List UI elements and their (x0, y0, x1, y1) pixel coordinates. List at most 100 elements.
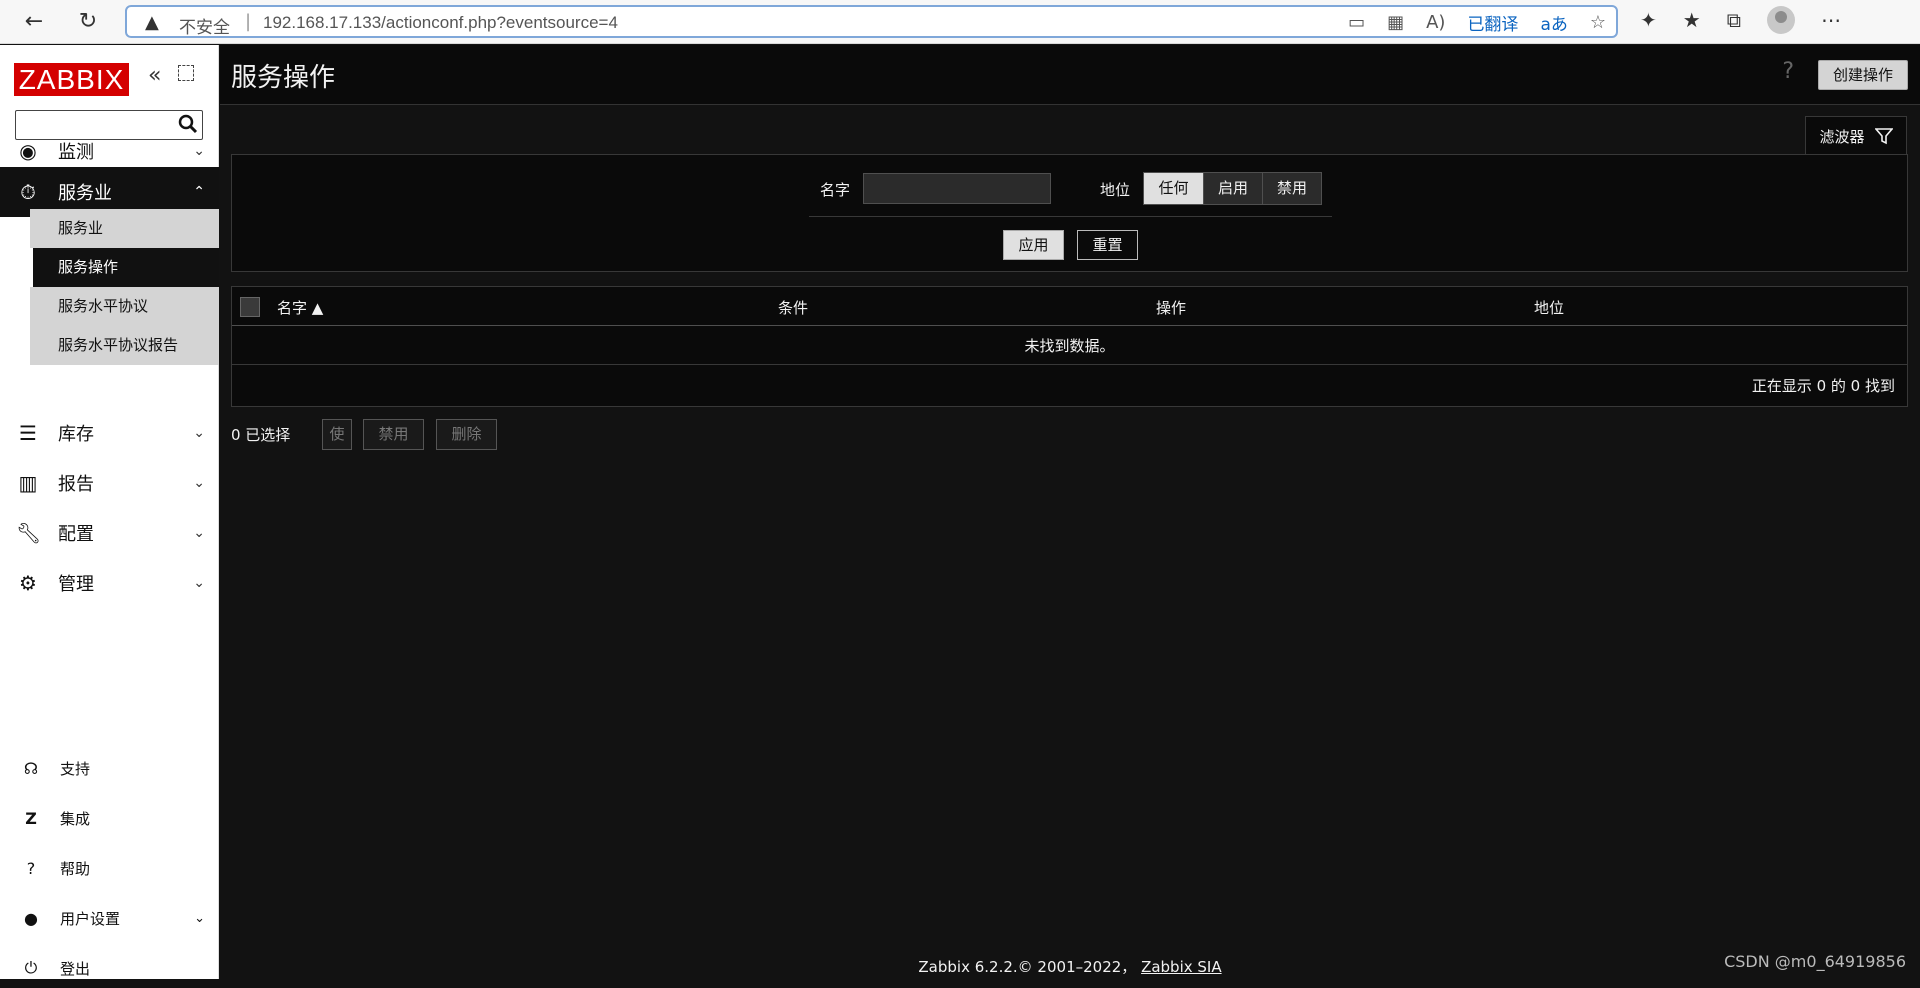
menu-label: 监测 (58, 142, 94, 163)
power-icon: ⏻ (24, 958, 38, 977)
headset-icon: ☊ (23, 758, 39, 778)
selected-count: 0 已选择 (231, 426, 291, 444)
back-arrow-icon[interactable]: ← (18, 6, 50, 38)
column-conditions-header: 条件 (778, 299, 809, 317)
favorites-icon[interactable]: ★ (1683, 8, 1701, 32)
status-option-disabled[interactable]: 禁用 (1262, 173, 1321, 204)
stopwatch-icon: ⏱ (20, 180, 36, 204)
favorite-add-icon[interactable]: ☆ (1590, 12, 1606, 33)
menu-user-settings[interactable]: ● 用户设置 ⌄ (0, 898, 219, 938)
menu-label: 报告 (58, 474, 94, 495)
address-bar[interactable]: ▲ 不安全 | 192.168.17.133/actionconf.php?ev… (125, 5, 1618, 38)
disable-selected-button[interactable]: 禁用 (363, 419, 424, 450)
profile-avatar[interactable] (1766, 6, 1795, 34)
filter-panel: 名字 地位 任何 启用 禁用 应用 重置 (231, 154, 1908, 272)
eye-icon: ◉ (19, 139, 37, 163)
menu-label: 管理 (58, 574, 94, 595)
page-footer: Zabbix 6.2.2.© 2001–2022， Zabbix SIA (220, 956, 1920, 977)
chevron-down-icon: ⌄ (193, 575, 205, 591)
chevron-up-icon: ⌃ (193, 184, 205, 200)
funnel-icon (1874, 128, 1893, 145)
filter-divider (809, 216, 1332, 217)
gear-icon: ⚙ (19, 571, 37, 595)
column-name-header[interactable]: 名字 ▲ (277, 297, 323, 318)
footer-copyright: Zabbix 6.2.2.© 2001–2022， (918, 958, 1137, 976)
menu-label: 库存 (58, 424, 94, 445)
browser-actions: ✦ ★ ⧉ ⋯ (1640, 6, 1841, 34)
address-actions: ▭ ▦ A) 已翻译 aあ ☆ (1348, 10, 1606, 35)
reload-icon[interactable]: ↻ (72, 6, 104, 38)
status-option-any[interactable]: 任何 (1144, 173, 1203, 204)
sidebar: ZABBIX « ◉ 监测 ⌄ ⏱ 服务业 ⌃ 服务业 服务操作 服务水平协议 … (0, 45, 219, 979)
status-segmented-control: 任何 启用 禁用 (1143, 172, 1322, 205)
column-status-header[interactable]: 地位 (1534, 297, 1564, 318)
menu-label: 集成 (60, 809, 91, 828)
chevron-down-icon: ⌄ (193, 475, 205, 491)
more-menu-icon[interactable]: ⋯ (1821, 8, 1841, 32)
qr-grid-icon[interactable]: ▦ (1387, 12, 1404, 33)
chevron-down-icon: ⌄ (194, 910, 205, 926)
filter-name-label: 名字 (820, 181, 851, 199)
menu-reports[interactable]: ▥ 报告 ⌄ (0, 458, 219, 508)
menu-support[interactable]: ☊ 支持 (0, 748, 219, 788)
reset-button[interactable]: 重置 (1077, 230, 1138, 260)
filter-tab[interactable]: 滤波器 (1805, 116, 1907, 155)
table-header-row: 名字 ▲ 条件 操作 地位 (232, 287, 1907, 326)
kiosk-mode-icon[interactable] (178, 65, 194, 81)
help-icon[interactable]: ? (1782, 59, 1794, 84)
address-separator: | (245, 11, 252, 32)
submenu-sla-report[interactable]: 服务水平协议报告 (30, 326, 219, 365)
url-text[interactable]: 192.168.17.133/actionconf.php?eventsourc… (263, 13, 618, 33)
page-title: 服务操作 (231, 63, 336, 93)
submenu-sla[interactable]: 服务水平协议 (30, 287, 219, 326)
zabbix-z-icon: Z (25, 808, 37, 828)
zabbix-logo[interactable]: ZABBIX (14, 63, 129, 96)
menu-sign-out[interactable]: ⏻ 登出 (0, 948, 219, 988)
chevron-down-icon: ⌄ (193, 525, 205, 541)
menu-configuration[interactable]: 🔧︎ 配置 ⌄ (0, 508, 219, 558)
menu-inventory[interactable]: ☰ 库存 ⌄ (0, 408, 219, 458)
security-label[interactable]: 不安全 (179, 13, 230, 38)
collapse-sidebar-icon[interactable]: « (148, 63, 161, 88)
read-aloud-icon[interactable]: A) (1426, 12, 1445, 33)
apply-button[interactable]: 应用 (1003, 230, 1064, 260)
question-icon: ? (26, 858, 36, 878)
menu-label: 配置 (58, 524, 94, 545)
extensions-icon[interactable]: ✦ (1640, 8, 1657, 32)
wrench-icon: 🔧︎ (16, 521, 42, 545)
page-header: 服务操作 ? 创建操作 (220, 45, 1920, 105)
chevron-down-icon: ⌄ (193, 425, 205, 441)
submenu-services[interactable]: 服务业 (30, 209, 219, 248)
create-action-button[interactable]: 创建操作 (1817, 60, 1908, 90)
list-icon: ☰ (19, 421, 37, 445)
delete-selected-button[interactable]: 删除 (436, 419, 497, 450)
enable-selected-button[interactable]: 使 (322, 419, 352, 450)
column-operations-header: 操作 (1156, 299, 1187, 317)
menu-help[interactable]: ? 帮助 (0, 848, 219, 888)
translated-label[interactable]: 已翻译 (1467, 10, 1518, 35)
menu-label: 登出 (60, 959, 91, 978)
csdn-watermark: CSDN @m0_64919856 (1724, 952, 1906, 971)
submenu-service-actions[interactable]: 服务操作 (30, 248, 219, 287)
select-all-checkbox[interactable] (240, 297, 260, 317)
footer-zabbix-link[interactable]: Zabbix SIA (1141, 958, 1222, 976)
translate-icon[interactable]: aあ (1540, 10, 1567, 35)
app-available-icon[interactable]: ▭ (1348, 12, 1365, 33)
status-option-enabled[interactable]: 启用 (1203, 173, 1262, 204)
filter-status-label: 地位 (1100, 181, 1131, 199)
services-submenu: 服务业 服务操作 服务水平协议 服务水平协议报告 (30, 209, 219, 365)
bar-chart-icon: ▥ (18, 471, 38, 495)
filter-tab-label: 滤波器 (1819, 127, 1865, 146)
browser-toolbar: ← ↻ ▲ 不安全 | 192.168.17.133/actionconf.ph… (0, 0, 1920, 44)
menu-label: 用户设置 (60, 909, 121, 928)
menu-administration[interactable]: ⚙ 管理 ⌄ (0, 558, 219, 608)
menu-label: 服务业 (58, 183, 112, 204)
filter-name-input[interactable] (863, 173, 1051, 204)
actions-table: 名字 ▲ 条件 操作 地位 未找到数据。 正在显示 0 的 0 找到 (231, 286, 1908, 407)
empty-state-message: 未找到数据。 (232, 327, 1907, 365)
menu-integrations[interactable]: Z 集成 (0, 798, 219, 838)
paging-info: 正在显示 0 的 0 找到 (1751, 377, 1895, 395)
collections-icon[interactable]: ⧉ (1727, 8, 1741, 32)
chevron-down-icon: ⌄ (193, 143, 205, 159)
menu-label: 支持 (60, 759, 91, 778)
